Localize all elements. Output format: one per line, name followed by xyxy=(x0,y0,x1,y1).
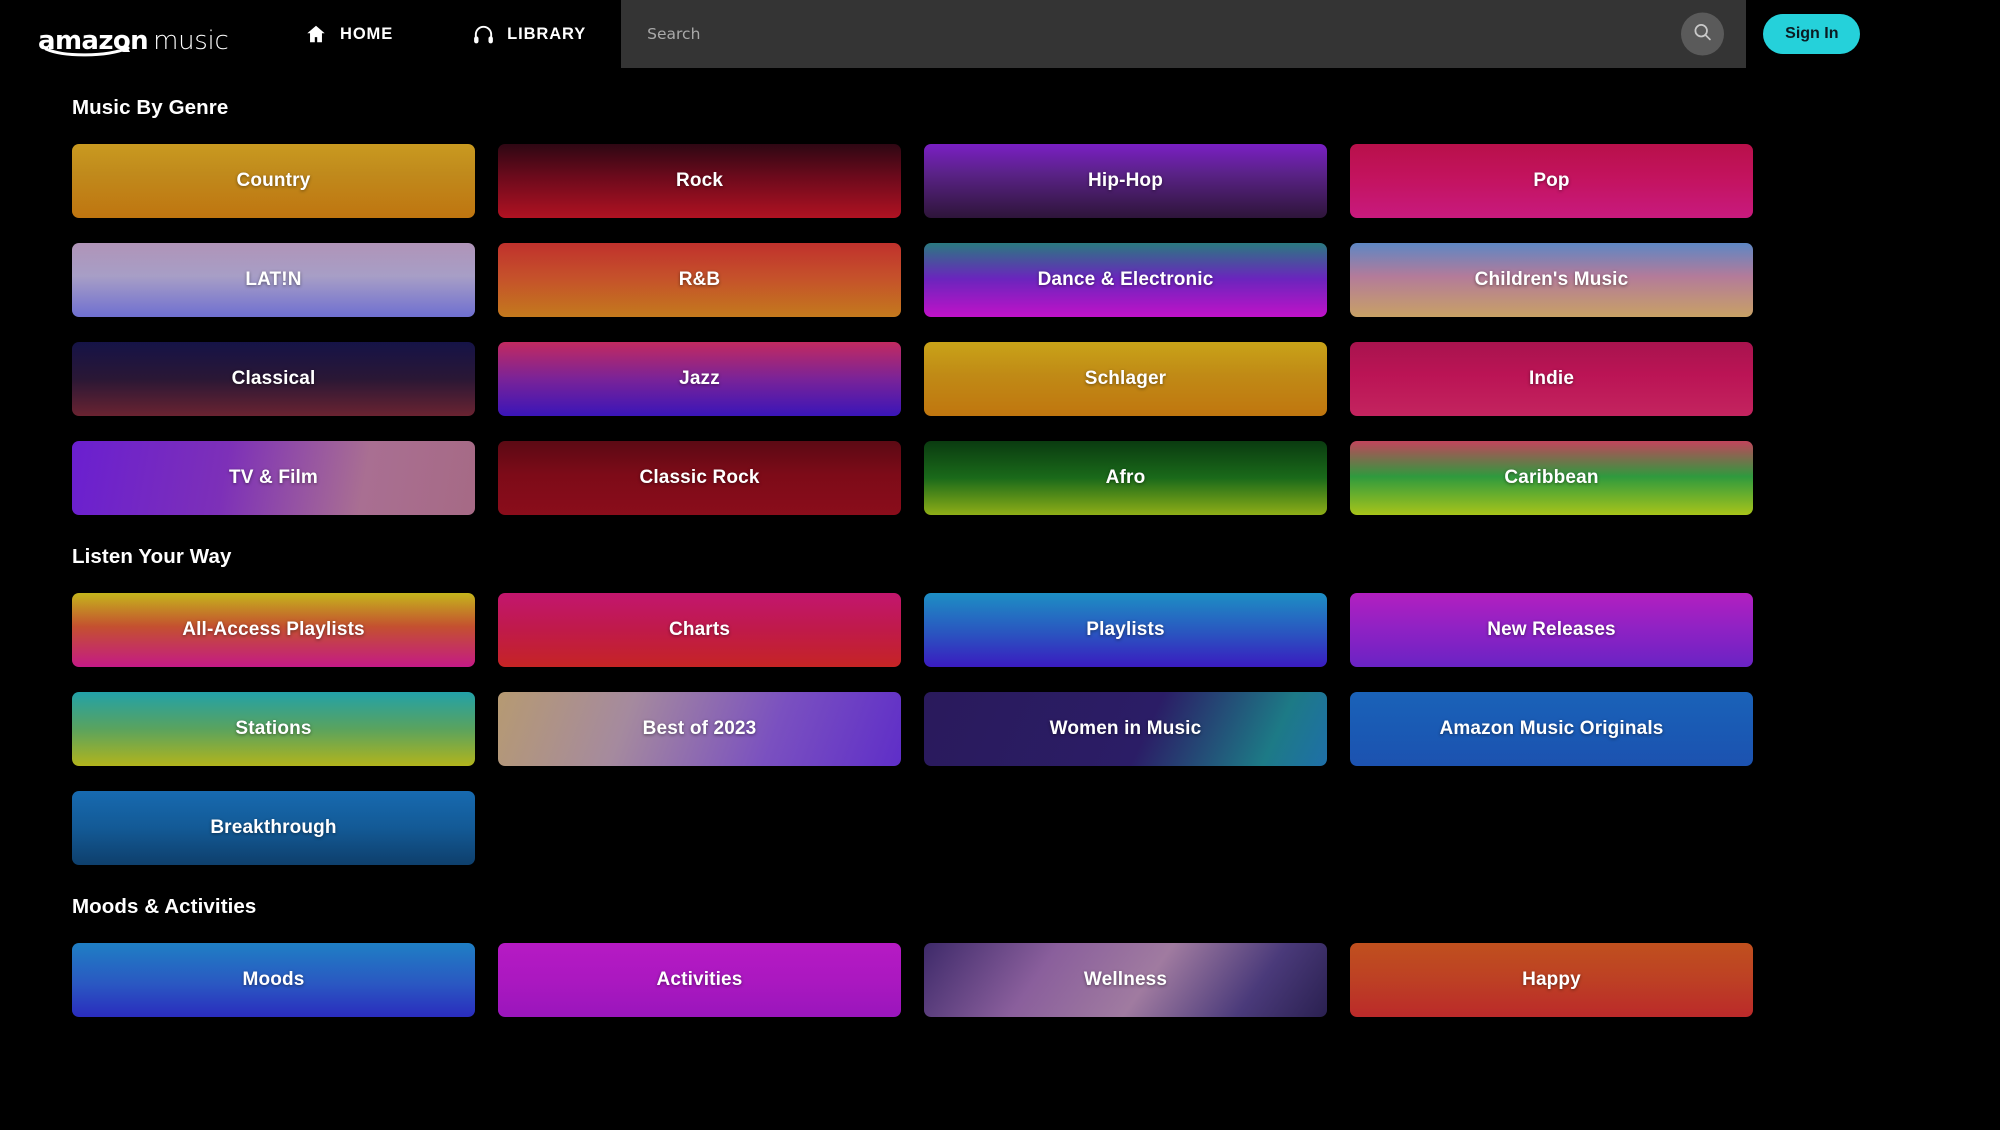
search-button[interactable] xyxy=(1681,12,1725,56)
tile-tv-film[interactable]: TV & Film xyxy=(72,441,475,515)
tile-label: Best of 2023 xyxy=(642,718,757,739)
tile-playlists[interactable]: Playlists xyxy=(924,593,1327,667)
tile-label: Hip-Hop xyxy=(1088,170,1163,191)
tile-wellness[interactable]: Wellness xyxy=(924,943,1327,1017)
tile-label: Afro xyxy=(1105,467,1146,488)
moods-and-activities-tile-grid: Moods Activities Wellness Happy xyxy=(72,943,2000,1017)
tile-jazz[interactable]: Jazz xyxy=(498,342,901,416)
section-title-music-by-genre: Music By Genre xyxy=(72,96,229,119)
section-music-by-genre: Music By Genre Country Rock Hip-Hop Pop LAT!… xyxy=(0,68,2000,515)
tile-classical[interactable]: Classical xyxy=(72,342,475,416)
tile-moods[interactable]: Moods xyxy=(72,943,475,1017)
tile-label: LAT!N xyxy=(245,269,302,290)
listen-your-way-tile-grid: All-Access Playlists Charts Playlists New R… xyxy=(72,593,2000,865)
tile-new-releases[interactable]: New Releases xyxy=(1350,593,1753,667)
amazon-music-logo[interactable]: amazon music xyxy=(38,14,229,57)
tile-label: New Releases xyxy=(1487,619,1616,640)
tile-dance-electronic[interactable]: Dance & Electronic xyxy=(924,243,1327,317)
tile-label: TV & Film xyxy=(229,467,318,488)
tile-label: Breakthrough xyxy=(210,817,337,838)
amazon-smile-arrow-icon xyxy=(44,46,130,57)
tile-label: All-Access Playlists xyxy=(182,619,365,640)
tile-pop[interactable]: Pop xyxy=(1350,144,1753,218)
tile-classic-rock[interactable]: Classic Rock xyxy=(498,441,901,515)
tile-label: Wellness xyxy=(1083,969,1168,990)
tile-lat-n[interactable]: LAT!N xyxy=(72,243,475,317)
genre-tile-grid: Country Rock Hip-Hop Pop LAT!N R&B Dance & Ele… xyxy=(72,144,2000,515)
tile-breakthrough[interactable]: Breakthrough xyxy=(72,791,475,865)
tile-stations[interactable]: Stations xyxy=(72,692,475,766)
tile-activities[interactable]: Activities xyxy=(498,943,901,1017)
nav-item-home-label: HOME xyxy=(340,24,394,43)
tile-label: Classic Rock xyxy=(639,467,760,488)
tile-women-in-music[interactable]: Women in Music xyxy=(924,692,1327,766)
tile-happy[interactable]: Happy xyxy=(1350,943,1753,1017)
tile-label: Moods xyxy=(242,969,305,990)
top-navigation-bar: amazon music HOME LIBRARY Search Sign In xyxy=(0,0,2000,68)
tile-label: Schlager xyxy=(1084,368,1167,389)
tile-charts[interactable]: Charts xyxy=(498,593,901,667)
logo-music-text: music xyxy=(153,26,229,56)
tile-children-s-music[interactable]: Children's Music xyxy=(1350,243,1753,317)
tile-label: R&B xyxy=(678,269,721,290)
headphones-icon xyxy=(471,22,495,46)
tile-label: Pop xyxy=(1533,170,1570,191)
tile-label: Rock xyxy=(675,170,724,191)
search-bar[interactable]: Search xyxy=(621,0,1747,68)
nav-item-library[interactable]: LIBRARY xyxy=(465,0,592,68)
tile-label: Amazon Music Originals xyxy=(1439,718,1664,739)
home-icon xyxy=(304,22,328,46)
main-content: Music By Genre Country Rock Hip-Hop Pop LAT!… xyxy=(0,68,2000,1130)
tile-label: Country xyxy=(236,170,311,191)
tile-label: Indie xyxy=(1528,368,1575,389)
tile-hip-hop[interactable]: Hip-Hop xyxy=(924,144,1327,218)
tile-label: Children's Music xyxy=(1474,269,1629,290)
tile-label: Activities xyxy=(656,969,743,990)
tile-label: Women in Music xyxy=(1049,718,1202,739)
tile-country[interactable]: Country xyxy=(72,144,475,218)
nav-item-library-label: LIBRARY xyxy=(507,24,587,43)
tile-label: Charts xyxy=(668,619,731,640)
section-title-moods-and-activities: Moods & Activities xyxy=(72,895,257,918)
tile-label: Happy xyxy=(1522,969,1581,990)
section-title-listen-your-way: Listen Your Way xyxy=(72,545,232,568)
tile-label: Classical xyxy=(231,368,316,389)
nav-item-home[interactable]: HOME xyxy=(298,0,399,68)
tile-all-access-playlists[interactable]: All-Access Playlists xyxy=(72,593,475,667)
tile-afro[interactable]: Afro xyxy=(924,441,1327,515)
tile-label: Caribbean xyxy=(1504,467,1599,488)
tile-indie[interactable]: Indie xyxy=(1350,342,1753,416)
search-icon xyxy=(1692,21,1713,47)
section-listen-your-way: Listen Your Way All-Access Playlists Char… xyxy=(0,515,2000,865)
tile-r-b[interactable]: R&B xyxy=(498,243,901,317)
tile-rock[interactable]: Rock xyxy=(498,144,901,218)
tile-label: Stations xyxy=(235,718,312,739)
tile-schlager[interactable]: Schlager xyxy=(924,342,1327,416)
tile-label: Playlists xyxy=(1086,619,1165,640)
tile-amazon-music-originals[interactable]: Amazon Music Originals xyxy=(1350,692,1753,766)
tile-label: Dance & Electronic xyxy=(1037,269,1214,290)
search-input-placeholder[interactable]: Search xyxy=(647,25,700,43)
tile-caribbean[interactable]: Caribbean xyxy=(1350,441,1753,515)
tile-best-of-2023[interactable]: Best of 2023 xyxy=(498,692,901,766)
section-moods-and-activities: Moods & Activities Moods Activities Wellne… xyxy=(0,865,2000,1017)
sign-in-button[interactable]: Sign In xyxy=(1763,14,1861,54)
tile-label: Jazz xyxy=(679,368,720,389)
